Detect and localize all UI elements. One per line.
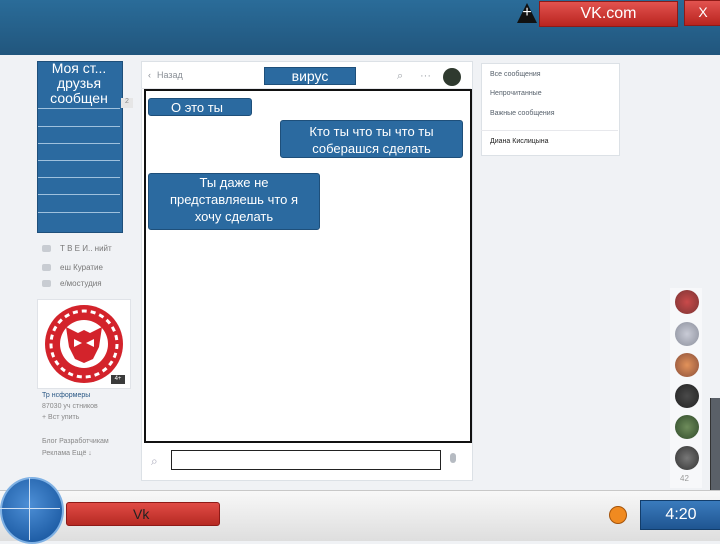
start-button[interactable] (0, 477, 64, 544)
friend-avatar[interactable] (675, 446, 699, 470)
attach-icon[interactable]: ⌕ (151, 454, 158, 469)
menu-divider (38, 177, 120, 178)
chat-title: вирус (264, 67, 356, 85)
friend-avatar[interactable] (675, 353, 699, 377)
friend-avatar[interactable] (675, 290, 699, 314)
menu-item-messages[interactable]: сообщен (37, 91, 121, 106)
folder-divider (481, 130, 618, 131)
menu-divider (38, 143, 120, 144)
community-badge: 4+ (111, 375, 125, 384)
message-bubble: Ты даже не представляешь что я хочу сдел… (148, 173, 320, 230)
message-bubble: Кто ты что ты что ты соберашся сделать (280, 120, 463, 158)
messages-count-badge: 2 (121, 98, 133, 108)
subscribe-link[interactable]: + Вст упить (42, 414, 79, 421)
sidebar-link[interactable]: Т В Е И.. нийт (42, 244, 112, 253)
footer-links-more[interactable]: Реклама Ещё ↓ (42, 450, 92, 457)
message-bubble: О это ты (148, 98, 252, 116)
friend-avatar[interactable] (675, 415, 699, 439)
page-scrollbar[interactable] (710, 398, 720, 490)
friend-avatar[interactable] (675, 322, 699, 346)
group-icon (42, 245, 51, 253)
sidebar-link[interactable]: еш Куратие (42, 263, 103, 272)
online-count: 42 (680, 474, 689, 483)
folder-unread[interactable]: Непрочитанные (490, 90, 542, 97)
menu-item-my-page[interactable]: Моя ст... (37, 61, 121, 76)
taskbar-vk-window[interactable]: Vk (66, 502, 220, 526)
contact-avatar[interactable] (443, 68, 461, 86)
sidebar-link[interactable]: е/мостудия (42, 279, 102, 288)
url-bar[interactable]: VK.com (539, 1, 678, 27)
message-input[interactable] (171, 450, 441, 470)
menu-divider (38, 194, 120, 195)
menu-divider (38, 126, 120, 127)
search-icon[interactable]: ⌕ (397, 70, 403, 83)
footer-links[interactable]: Блог Разработчикам (42, 438, 109, 445)
more-icon[interactable]: ··· (420, 70, 431, 82)
menu-item-friends[interactable]: друзья (37, 76, 121, 91)
community-name[interactable]: Тр нсформеры (42, 392, 90, 399)
close-button[interactable]: X (684, 0, 720, 26)
back-link[interactable]: ‹ Назад (148, 70, 183, 80)
autobot-logo-icon (45, 305, 123, 383)
group-icon (42, 280, 51, 288)
windows-logo-icon (29, 478, 30, 540)
menu-divider (38, 212, 120, 213)
friend-avatar[interactable] (675, 384, 699, 408)
menu-divider (38, 108, 120, 109)
folder-all[interactable]: Все сообщения (490, 71, 541, 78)
group-icon (42, 264, 51, 272)
menu-divider (38, 160, 120, 161)
windows-logo-icon (0, 508, 60, 509)
community-members: 87030 уч стников (42, 403, 98, 410)
tray-icon[interactable] (609, 506, 627, 524)
folder-important[interactable]: Важные сообщения (490, 110, 555, 117)
folder-contact[interactable]: Диана Кислицына (490, 138, 549, 145)
chevron-left-icon: ‹ (148, 70, 151, 80)
clock: 4:20 (640, 500, 720, 530)
microphone-icon[interactable] (450, 453, 456, 463)
